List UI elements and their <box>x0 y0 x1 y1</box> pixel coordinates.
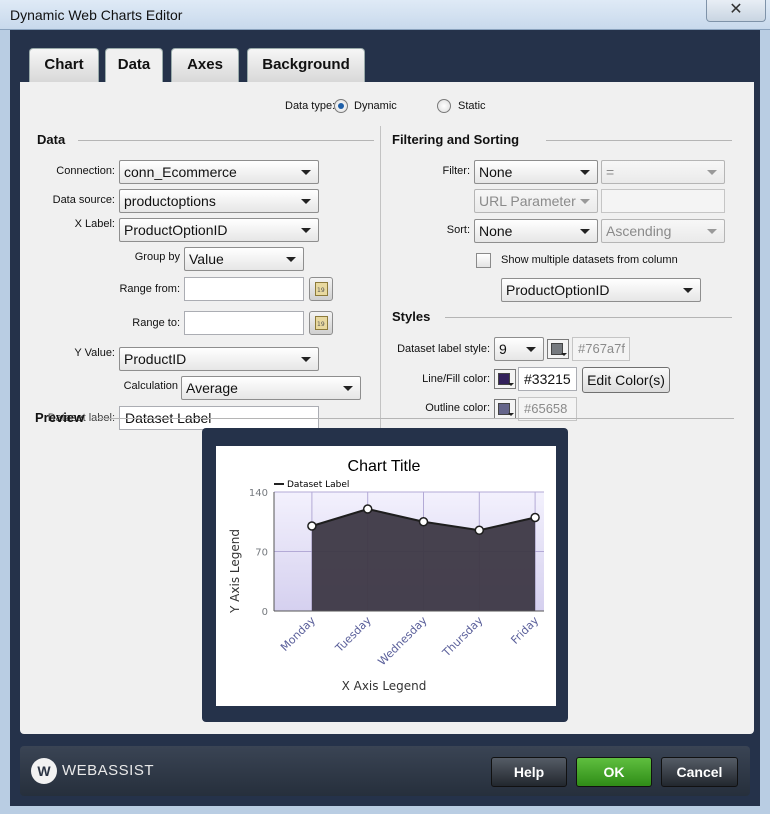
multiple-datasets-checkbox[interactable] <box>476 253 491 268</box>
y-value-label: Y Value: <box>74 347 115 359</box>
tab-chart[interactable]: Chart <box>29 48 99 82</box>
window-frame-right <box>760 30 770 814</box>
column-divider <box>380 126 381 431</box>
y-tick-label: 0 <box>262 607 268 618</box>
range-to-input[interactable] <box>184 311 304 335</box>
filter-operator-select[interactable]: = <box>601 160 725 184</box>
webassist-logo-icon: W <box>31 758 57 784</box>
help-button[interactable]: Help <box>491 757 567 787</box>
webassist-logo-text: WEBASSIST <box>62 762 155 779</box>
dataset-label-color-input[interactable]: #767a7f <box>572 337 630 361</box>
data-section-title: Data <box>37 132 66 147</box>
dataset-column-select[interactable]: ProductOptionID <box>501 278 701 302</box>
group-by-label: Group by <box>134 251 180 263</box>
chart-svg: Chart Title Dataset Label 0 70 140 Monday T… <box>228 458 544 693</box>
outline-color-picker[interactable] <box>494 399 516 419</box>
multiple-datasets-label: Show multiple datasets from column <box>501 254 678 266</box>
y-tick-label: 70 <box>255 548 268 559</box>
x-axis-legend: X Axis Legend <box>342 679 427 693</box>
chart-title: Chart Title <box>348 458 421 475</box>
range-from-label: Range from: <box>119 283 180 295</box>
calculation-select[interactable]: Average <box>181 376 361 400</box>
cancel-button[interactable]: Cancel <box>661 757 738 787</box>
data-point <box>362 504 373 514</box>
tab-data[interactable]: Data <box>105 48 163 84</box>
dataset-label-style-label: Dataset label style: <box>397 343 490 355</box>
data-source-label: Data source: <box>52 194 115 206</box>
data-source-select[interactable]: productoptions <box>119 189 319 213</box>
data-point <box>474 525 485 535</box>
range-to-label: Range to: <box>132 317 180 329</box>
y-axis-ticks: 0 70 140 <box>249 488 268 618</box>
ok-button[interactable]: OK <box>576 757 652 787</box>
filtering-section-title: Filtering and Sorting <box>392 132 520 147</box>
chart-preview: Chart Title Dataset Label 0 70 140 Monday T… <box>216 446 556 706</box>
window-frame-bottom <box>0 806 770 814</box>
group-by-select[interactable]: Value <box>184 247 304 271</box>
window-frame-left <box>0 30 10 814</box>
outline-color-label: Outline color: <box>425 402 490 414</box>
calendar-icon <box>315 282 328 296</box>
calculation-label: Calculation <box>123 380 178 392</box>
x-label-select[interactable]: ProductOptionID <box>119 218 319 242</box>
edit-colors-button[interactable]: Edit Color(s) <box>582 367 670 393</box>
x-tick-label: Wednesday <box>375 614 430 669</box>
range-from-calendar-button[interactable] <box>309 277 333 301</box>
sort-label: Sort: <box>446 224 470 236</box>
data-point <box>307 521 317 531</box>
dynamic-radio-label: Dynamic <box>354 100 397 112</box>
static-radio-label: Static <box>458 100 486 112</box>
url-parameter-select[interactable]: URL Parameter <box>474 189 598 213</box>
x-tick-label: Monday <box>278 614 318 654</box>
color-swatch <box>551 343 563 355</box>
filtering-section-divider <box>546 140 732 141</box>
data-type-label: Data type: <box>285 100 336 112</box>
color-swatch <box>498 373 510 385</box>
x-tick-label: Tuesday <box>332 614 374 656</box>
calendar-icon <box>315 316 328 330</box>
filter-select[interactable]: None <box>474 160 598 184</box>
dataset-label-size-select[interactable]: 9 <box>494 337 544 361</box>
range-to-calendar-button[interactable] <box>309 311 333 335</box>
range-from-input[interactable] <box>184 277 304 301</box>
preview-divider <box>98 418 734 419</box>
data-point <box>418 517 429 527</box>
connection-label: Connection: <box>56 165 115 177</box>
y-tick-label: 140 <box>249 488 268 499</box>
tab-axes[interactable]: Axes <box>171 48 239 82</box>
preview-title: Preview <box>35 410 85 425</box>
connection-select[interactable]: conn_Ecommerce <box>119 160 319 184</box>
static-radio[interactable] <box>437 99 451 113</box>
sort-select[interactable]: None <box>474 219 598 243</box>
x-tick-label: Friday <box>508 614 541 647</box>
styles-section-title: Styles <box>392 309 431 324</box>
x-label-label: X Label: <box>74 218 115 230</box>
sort-direction-select[interactable]: Ascending <box>601 219 725 243</box>
close-button[interactable]: ✕ <box>706 0 766 22</box>
x-tick-label: Thursday <box>439 614 485 660</box>
tab-background[interactable]: Background <box>247 48 365 82</box>
data-point <box>530 512 540 523</box>
window-title: Dynamic Web Charts Editor <box>10 7 183 23</box>
y-value-select[interactable]: ProductID <box>119 347 319 371</box>
color-swatch <box>498 403 510 415</box>
dynamic-radio[interactable] <box>334 99 348 113</box>
styles-section-divider <box>445 317 732 318</box>
line-fill-color-input[interactable]: #33215 <box>518 367 577 391</box>
url-parameter-input[interactable] <box>601 189 725 213</box>
legend-entry: Dataset Label <box>287 480 349 490</box>
dataset-label-color-picker[interactable] <box>547 339 569 359</box>
x-axis-labels: Monday Tuesday Wednesday Thursday Friday <box>278 614 541 669</box>
data-section-divider <box>78 140 374 141</box>
y-axis-legend: Y Axis Legend <box>228 529 242 614</box>
filter-label: Filter: <box>442 165 471 177</box>
line-fill-color-label: Line/Fill color: <box>422 373 490 385</box>
line-fill-color-picker[interactable] <box>494 369 516 389</box>
